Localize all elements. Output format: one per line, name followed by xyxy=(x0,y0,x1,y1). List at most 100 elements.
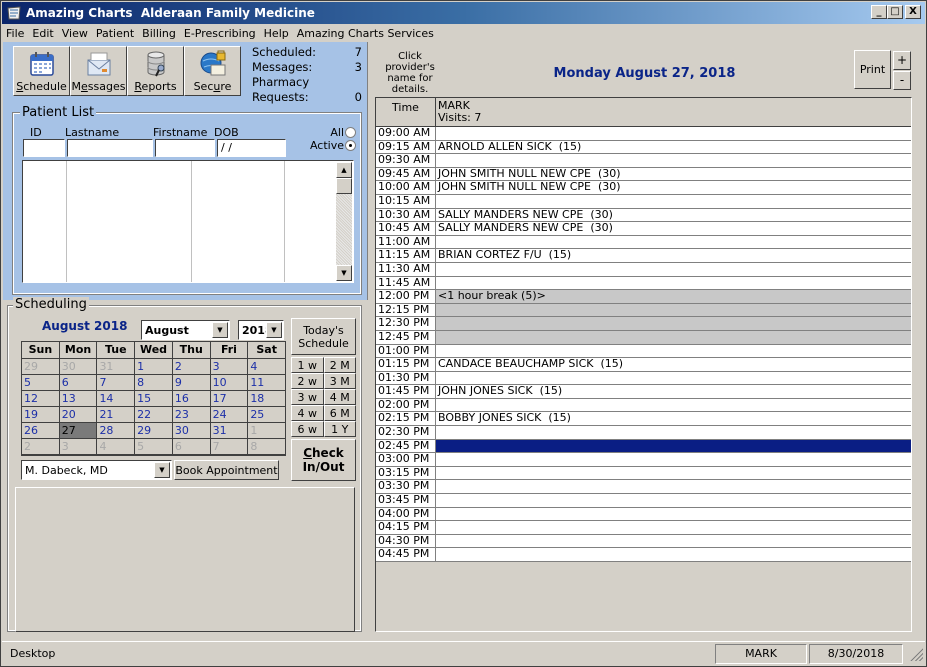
time-slot-row[interactable]: 10:00 AM JOHN SMITH NULL NEW CPE (30) xyxy=(376,181,911,195)
provider-select[interactable]: M. Dabeck, MD ▼ xyxy=(21,460,172,480)
appointment-entry[interactable]: <1 hour break (5)> xyxy=(436,290,911,303)
range-4w-button[interactable]: 4 w xyxy=(291,405,324,421)
print-button[interactable]: Print xyxy=(854,50,891,89)
time-slot-row[interactable]: 09:45 AM JOHN SMITH NULL NEW CPE (30) xyxy=(376,167,911,182)
time-slot-row[interactable]: 09:30 AM xyxy=(376,154,911,168)
calendar-day[interactable]: 8 xyxy=(248,439,286,455)
time-slot-row[interactable]: 01:30 PM xyxy=(376,371,911,386)
calendar-day[interactable]: 1 xyxy=(248,423,286,439)
time-slot-row[interactable]: 02:45 PM xyxy=(376,439,911,454)
empty-slot[interactable] xyxy=(436,439,911,453)
schedule-button[interactable]: Schedule xyxy=(13,46,70,96)
provider-column-header[interactable]: MARK Visits: 7 xyxy=(436,98,911,126)
calendar-day[interactable]: 3 xyxy=(210,359,249,375)
menu-file[interactable]: File xyxy=(2,27,28,40)
empty-slot[interactable] xyxy=(436,453,911,466)
filter-all-radio[interactable]: All xyxy=(330,126,356,139)
resize-grip-icon[interactable] xyxy=(909,646,923,661)
calendar-day[interactable]: 2 xyxy=(172,359,211,375)
empty-slot[interactable] xyxy=(436,236,911,249)
messages-button[interactable]: Messages xyxy=(70,46,127,96)
time-slot-row[interactable]: 12:45 PM xyxy=(376,330,911,345)
time-slot-row[interactable]: 04:15 PM xyxy=(376,521,911,535)
calendar-day[interactable]: 16 xyxy=(172,391,211,407)
dob-search-input[interactable]: / / xyxy=(217,139,286,157)
calendar-day[interactable]: 4 xyxy=(248,359,286,375)
time-slot-row[interactable]: 04:00 PM xyxy=(376,507,911,522)
calendar-day[interactable]: 18 xyxy=(248,391,286,407)
range-3w-button[interactable]: 3 w xyxy=(291,389,324,405)
scroll-up-button[interactable]: ▲ xyxy=(336,162,352,178)
close-button[interactable]: X xyxy=(905,5,921,19)
empty-slot[interactable] xyxy=(436,303,911,317)
time-slot-row[interactable]: 03:15 PM xyxy=(376,466,911,481)
calendar-day[interactable]: 31 xyxy=(97,359,136,375)
empty-slot[interactable] xyxy=(436,317,911,330)
time-slot-row[interactable]: 03:45 PM xyxy=(376,493,911,508)
empty-slot[interactable] xyxy=(436,480,911,493)
calendar-day[interactable]: 15 xyxy=(135,391,173,407)
range-4m-button[interactable]: 4 M xyxy=(323,389,356,405)
empty-slot[interactable] xyxy=(436,345,911,358)
time-slot-row[interactable]: 11:30 AM xyxy=(376,262,911,277)
firstname-search-input[interactable] xyxy=(155,139,215,157)
appointment-entry[interactable]: SALLY MANDERS NEW CPE (30) xyxy=(436,222,911,235)
patient-results-list[interactable]: ▲ ▼ xyxy=(22,160,354,283)
calendar-day[interactable]: 28 xyxy=(97,423,136,439)
empty-slot[interactable] xyxy=(436,508,911,521)
time-slot-row[interactable]: 10:45 AM SALLY MANDERS NEW CPE (30) xyxy=(376,222,911,236)
menu-patient[interactable]: Patient xyxy=(92,27,138,40)
time-slot-row[interactable]: 12:30 PM xyxy=(376,317,911,331)
stat-scheduled[interactable]: Scheduled: 7 xyxy=(252,45,362,60)
range-1y-button[interactable]: 1 Y xyxy=(323,421,356,437)
scroll-thumb[interactable] xyxy=(336,178,352,194)
range-2m-button[interactable]: 2 M xyxy=(323,357,356,373)
calendar-day[interactable]: 17 xyxy=(210,391,249,407)
menu-amazing-charts-services[interactable]: Amazing Charts Services xyxy=(293,27,438,40)
appointment-entry[interactable]: BRIAN CORTEZ F/U (15) xyxy=(436,249,911,262)
calendar-day[interactable]: 14 xyxy=(97,391,136,407)
calendar-day[interactable]: 21 xyxy=(97,407,136,423)
calendar-day[interactable]: 29 xyxy=(135,423,173,439)
empty-slot[interactable] xyxy=(436,330,911,344)
empty-slot[interactable] xyxy=(436,494,911,507)
time-slot-row[interactable]: 09:15 AM ARNOLD ALLEN SICK (15) xyxy=(376,140,911,155)
appointment-entry[interactable]: BOBBY JONES SICK (15) xyxy=(436,412,911,425)
calendar-day[interactable]: 6 xyxy=(59,375,98,391)
month-select[interactable]: August ▼ xyxy=(141,320,230,340)
id-search-input[interactable] xyxy=(23,139,65,157)
empty-slot[interactable] xyxy=(436,277,911,290)
time-slot-row[interactable]: 10:15 AM xyxy=(376,194,911,209)
time-slot-row[interactable]: 12:15 PM xyxy=(376,303,911,318)
stat-pharmacy-requests[interactable]: Pharmacy Requests: 0 xyxy=(252,75,362,105)
year-select[interactable]: 2018 ▼ xyxy=(238,320,284,340)
empty-slot[interactable] xyxy=(436,195,911,208)
time-slot-row[interactable]: 03:00 PM xyxy=(376,453,911,467)
time-slot-row[interactable]: 12:00 PM <1 hour break (5)> xyxy=(376,290,911,304)
calendar-day[interactable]: 23 xyxy=(172,407,211,423)
time-slot-row[interactable]: 01:45 PM JOHN JONES SICK (15) xyxy=(376,385,911,399)
menu-view[interactable]: View xyxy=(58,27,92,40)
empty-slot[interactable] xyxy=(436,521,911,534)
reports-button[interactable]: Reports xyxy=(127,46,184,96)
appointment-entry[interactable]: JOHN SMITH NULL NEW CPE (30) xyxy=(436,167,911,181)
zoom-in-button[interactable]: + xyxy=(893,51,911,70)
empty-slot[interactable] xyxy=(436,467,911,480)
zoom-out-button[interactable]: - xyxy=(893,71,911,90)
calendar-day[interactable]: 3 xyxy=(59,439,98,455)
calendar-day[interactable]: 25 xyxy=(248,407,286,423)
calendar-day[interactable]: 7 xyxy=(210,439,249,455)
empty-slot[interactable] xyxy=(436,399,911,412)
calendar-day[interactable]: 5 xyxy=(135,439,173,455)
appointment-entry[interactable]: ARNOLD ALLEN SICK (15) xyxy=(436,140,911,154)
calendar-day[interactable]: 1 xyxy=(135,359,173,375)
time-slot-row[interactable]: 09:00 AM xyxy=(376,126,911,141)
empty-slot[interactable] xyxy=(436,535,911,548)
secure-button[interactable]: Secure xyxy=(184,46,241,96)
range-6w-button[interactable]: 6 w xyxy=(291,421,324,437)
calendar-day[interactable]: 22 xyxy=(135,407,173,423)
check-in-out-button[interactable]: Check In/Out xyxy=(291,439,356,481)
empty-slot[interactable] xyxy=(436,426,911,439)
calendar-day[interactable]: 5 xyxy=(22,375,60,391)
book-appointment-button[interactable]: Book Appointment xyxy=(174,460,279,480)
